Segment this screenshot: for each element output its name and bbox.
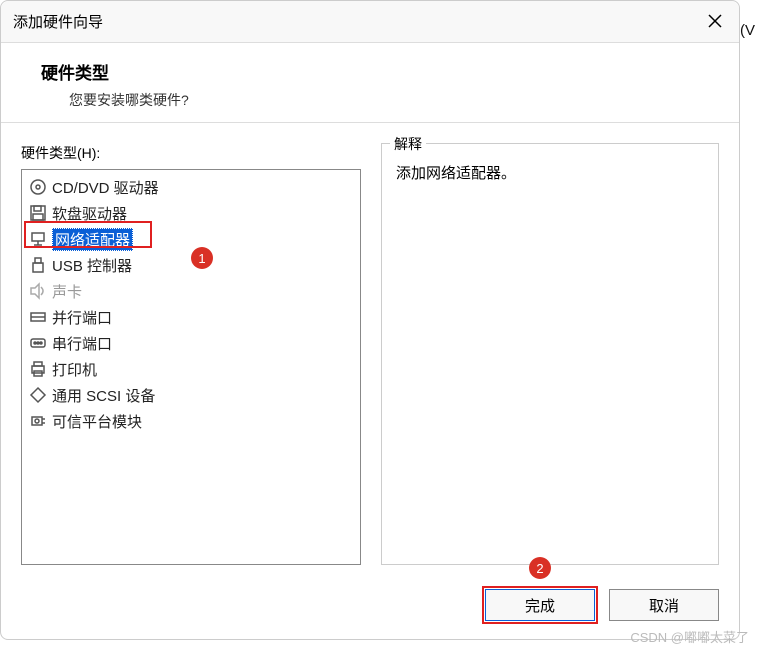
list-item-scsi[interactable]: 通用 SCSI 设备 bbox=[24, 382, 358, 408]
serial-icon bbox=[28, 333, 48, 353]
floppy-icon bbox=[28, 203, 48, 223]
explanation-text: 添加网络适配器。 bbox=[396, 162, 704, 183]
list-item-label: 可信平台模块 bbox=[52, 411, 142, 432]
disc-icon bbox=[28, 177, 48, 197]
list-item-label: 打印机 bbox=[52, 359, 97, 380]
header-subtitle: 您要安装哪类硬件? bbox=[69, 90, 711, 110]
list-item-label: 通用 SCSI 设备 bbox=[52, 385, 155, 406]
list-item-label: 网络适配器 bbox=[52, 228, 133, 251]
list-item-network[interactable]: 网络适配器 bbox=[24, 226, 358, 252]
sound-icon bbox=[28, 281, 48, 301]
close-button[interactable] bbox=[699, 9, 731, 37]
add-hardware-wizard-dialog: 添加硬件向导 硬件类型 您要安装哪类硬件? 硬件类型(H): CD/DVD 驱动… bbox=[0, 0, 740, 640]
hardware-type-label: 硬件类型(H): bbox=[21, 143, 361, 163]
header-title: 硬件类型 bbox=[41, 59, 711, 84]
finish-button[interactable]: 完成 bbox=[485, 589, 595, 621]
list-item-usb[interactable]: USB 控制器 bbox=[24, 252, 358, 278]
list-item-printer[interactable]: 打印机 bbox=[24, 356, 358, 382]
scsi-icon bbox=[28, 385, 48, 405]
list-item-tpm[interactable]: 可信平台模块 bbox=[24, 408, 358, 434]
explanation-label: 解释 bbox=[390, 134, 426, 154]
list-item-disc[interactable]: CD/DVD 驱动器 bbox=[24, 174, 358, 200]
dialog-title: 添加硬件向导 bbox=[13, 11, 103, 32]
parallel-icon bbox=[28, 307, 48, 327]
list-item-label: 声卡 bbox=[52, 281, 82, 302]
titlebar: 添加硬件向导 bbox=[1, 1, 739, 43]
list-item-label: USB 控制器 bbox=[52, 255, 132, 276]
explanation-panel: 解释 添加网络适配器。 bbox=[381, 143, 719, 565]
list-item-label: 软盘驱动器 bbox=[52, 203, 127, 224]
list-item-serial[interactable]: 串行端口 bbox=[24, 330, 358, 356]
printer-icon bbox=[28, 359, 48, 379]
list-item-label: 串行端口 bbox=[52, 333, 112, 354]
outside-text: (V bbox=[740, 22, 755, 39]
list-item-label: 并行端口 bbox=[52, 307, 112, 328]
dialog-footer: 完成 取消 bbox=[1, 575, 739, 639]
list-item-floppy[interactable]: 软盘驱动器 bbox=[24, 200, 358, 226]
list-item-parallel[interactable]: 并行端口 bbox=[24, 304, 358, 330]
content-area: 硬件类型(H): CD/DVD 驱动器软盘驱动器网络适配器 USB 控制器声卡并行… bbox=[1, 123, 739, 575]
cancel-button[interactable]: 取消 bbox=[609, 589, 719, 621]
wizard-header: 硬件类型 您要安装哪类硬件? bbox=[1, 43, 739, 123]
explanation-fieldset: 解释 添加网络适配器。 bbox=[381, 143, 719, 565]
hardware-type-panel: 硬件类型(H): CD/DVD 驱动器软盘驱动器网络适配器 USB 控制器声卡并行… bbox=[21, 143, 361, 565]
usb-icon bbox=[28, 255, 48, 275]
list-item-sound: 声卡 bbox=[24, 278, 358, 304]
list-item-label: CD/DVD 驱动器 bbox=[52, 177, 159, 198]
hardware-type-listbox[interactable]: CD/DVD 驱动器软盘驱动器网络适配器 USB 控制器声卡并行端口串行端口打印机… bbox=[21, 169, 361, 565]
tpm-icon bbox=[28, 411, 48, 431]
network-icon bbox=[28, 229, 48, 249]
close-icon bbox=[708, 14, 722, 33]
